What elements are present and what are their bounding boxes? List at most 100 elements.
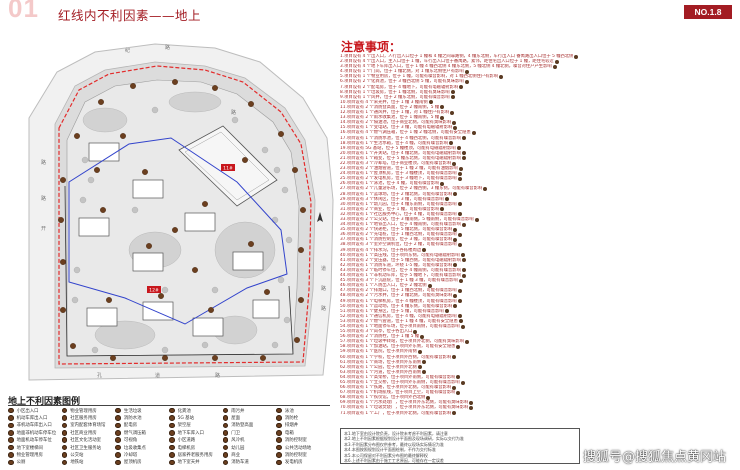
legend-label: 非机动车库出入口 <box>16 423 52 429</box>
legend-marker-icon <box>276 422 282 429</box>
factor-marker-icon <box>449 141 453 146</box>
legend-marker-icon <box>169 407 175 414</box>
legend-label: 社区商业用房 <box>70 430 97 436</box>
factor-marker-icon <box>453 263 458 268</box>
factor-marker-icon <box>457 176 462 181</box>
legend-label: 社区卫生服务站 <box>70 445 101 451</box>
factor-marker-icon <box>452 411 457 416</box>
factor-marker-icon <box>457 232 462 237</box>
red-block-label: 11# <box>223 166 233 172</box>
factor-marker-icon <box>458 319 463 324</box>
legend-label: 架空层 <box>177 423 191 429</box>
legend-label: 电梯机房 <box>177 445 196 451</box>
legend-marker-icon <box>8 415 14 421</box>
factor-marker-icon <box>456 390 461 395</box>
legend-marker-icon <box>222 407 229 414</box>
red-block-label: 12# <box>149 288 159 294</box>
factor-marker-icon <box>483 186 488 191</box>
note-item: 71.项目设有 1 个工厂，位于项目外北侧，可能有噪音影响 <box>340 411 732 416</box>
legend-label: 地下室天井 <box>177 460 200 466</box>
legend-item: 物业管理用房 <box>61 407 116 414</box>
factor-marker-icon <box>428 100 433 105</box>
legend-marker-icon <box>169 452 175 458</box>
road-label: 路 <box>41 195 46 202</box>
factor-marker-icon <box>452 385 457 390</box>
road-label: 孔 <box>97 372 102 379</box>
legend-label: 泳池 <box>284 408 294 414</box>
factor-marker-icon <box>460 380 465 385</box>
legend-item: 地铁站 <box>61 459 116 466</box>
legend-label: 机动车库出入口 <box>16 416 48 422</box>
factor-marker-icon <box>422 248 427 253</box>
legend-marker-icon <box>276 407 282 414</box>
legend-marker-icon <box>115 452 121 458</box>
factor-marker-icon <box>453 237 458 242</box>
factor-marker-icon <box>440 105 445 110</box>
road-label: 路 <box>231 109 236 116</box>
factor-marker-icon <box>440 207 445 212</box>
road-label: 纪 <box>125 47 130 54</box>
legend-marker-icon <box>115 444 121 451</box>
legend: 地上不利因素图例 小区出入口 机动车库出入口 非机动车库出入口 地面非机动车停车位 地面… <box>8 394 330 468</box>
bottom-notes-box: 本1.地下室由设计院负责，设计院未考虑不利因素，请注意 本2.地上不利因素根据规… <box>340 428 580 464</box>
road-label: 道 <box>321 265 326 272</box>
legend-item: 小区出入口 <box>8 407 62 414</box>
site-plan-map: 11# 12# 纪 路 路 路 开 路 道 路 路 孔 道 路 <box>5 40 335 392</box>
legend-item: 机动车库出入口 <box>8 414 62 421</box>
legend-label: 5G 基站 <box>177 416 194 422</box>
legend-label: 消防控制室 <box>284 453 307 459</box>
legend-marker-icon <box>222 452 229 458</box>
legend-grid: 小区出入口 机动车库出入口 非机动车库出入口 地面非机动车停车位 地面机动车停车位 地下室… <box>8 407 330 467</box>
legend-marker-icon <box>169 430 175 436</box>
legend-item: 幼儿园 <box>222 444 277 451</box>
legend-marker-icon <box>276 452 282 458</box>
red-label-1: 11# <box>221 164 235 172</box>
legend-marker-icon <box>61 430 68 436</box>
legend-item: 消防栓 <box>276 414 330 421</box>
factor-marker-icon <box>499 74 503 79</box>
legend-label: 屋面 <box>231 416 241 422</box>
legend-marker-icon <box>169 459 175 466</box>
road-label: 道 <box>155 372 160 379</box>
legend-item: 非机动车库出入口 <box>8 422 62 429</box>
legend-item: 公厕 <box>8 459 62 466</box>
legend-marker-icon <box>115 430 121 436</box>
factor-marker-icon <box>456 146 461 151</box>
legend-item: 冷却塔 <box>115 451 169 458</box>
legend-label: 消防栓 <box>284 416 299 422</box>
legend-item: 可视角 <box>115 437 169 444</box>
factor-marker-icon <box>422 360 427 365</box>
legend-item: 消防控制室 <box>276 451 330 458</box>
legend-item: 地面非机动车停车位 <box>8 429 62 436</box>
legend-marker-icon <box>61 415 68 421</box>
factor-marker-icon <box>450 90 455 95</box>
legend-label: 燃气调压箱 <box>123 430 146 436</box>
legend-marker-icon <box>222 444 229 451</box>
legend-label: 地铁站 <box>70 460 84 466</box>
legend-marker-icon <box>276 415 282 421</box>
legend-label: 社区服务用房 <box>70 416 97 422</box>
legend-label: 消防车道 <box>231 460 249 466</box>
legend-item: 社区文化活动室 <box>61 437 116 444</box>
legend-item: 消防登高面 <box>222 422 277 429</box>
factor-marker-icon <box>464 69 469 74</box>
legend-label: 商业 <box>231 453 241 459</box>
legend-marker-icon <box>61 444 68 451</box>
page-title: 红线内不利因素——地上 <box>58 8 202 23</box>
legend-item: 发电机房 <box>276 459 330 466</box>
legend-marker-icon <box>8 422 14 429</box>
legend-label: 社区文化活动室 <box>70 438 101 444</box>
legend-marker-icon <box>169 444 175 451</box>
legend-marker-icon <box>61 452 68 458</box>
legend-item: 风冷机 <box>222 437 277 444</box>
factor-marker-icon <box>457 171 462 176</box>
legend-item: 地下室天井 <box>169 459 223 466</box>
legend-marker-icon <box>115 415 121 421</box>
factor-marker-icon <box>453 192 458 197</box>
legend-label: 公共活动场地 <box>284 445 312 451</box>
legend-label: 风冷机 <box>231 438 245 444</box>
factor-marker-icon <box>552 64 557 69</box>
legend-item: 公共活动场地 <box>276 444 330 451</box>
factor-marker-icon <box>452 120 457 125</box>
legend-marker-icon <box>276 437 282 444</box>
